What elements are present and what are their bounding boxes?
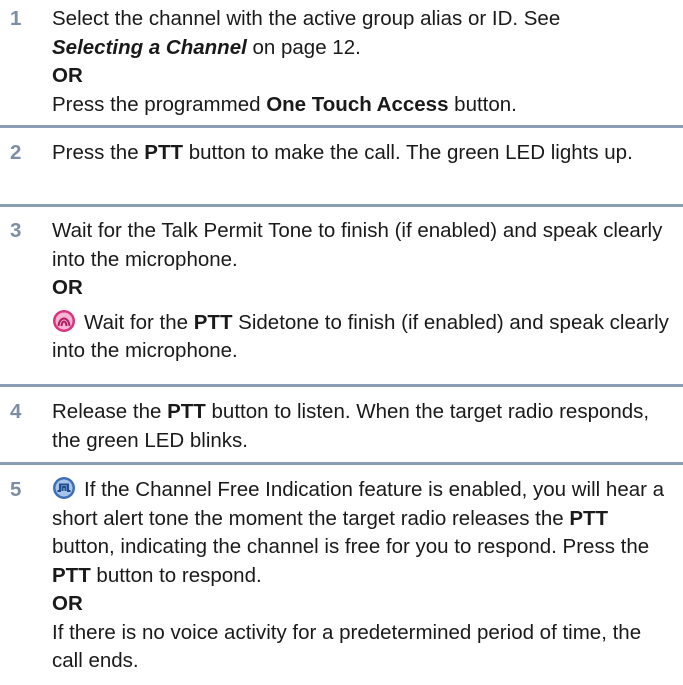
step-body: Select the channel with the active group… [52,5,675,119]
step-number: 2 [10,141,22,164]
step-number: 4 [10,400,22,423]
step-body: If the Channel Free Indication feature i… [52,476,675,676]
step-text: Select the channel with the active group… [52,7,561,59]
step-body: Release the PTT button to listen. When t… [52,398,675,455]
step-text: Wait for the Talk Permit Tone to finish … [52,219,663,271]
or-label: OR [52,276,83,299]
step-number: 3 [10,219,22,242]
step-text: Release the PTT button to listen. When t… [52,400,650,452]
step-alt-text: Wait for the PTT Sidetone to finish (if … [52,309,669,362]
cross-reference-link: Selecting a Channel [52,35,247,59]
step-alt-text: If there is no voice activity for a pred… [52,620,642,673]
divider [0,204,683,207]
divider [0,125,683,128]
divider [0,462,683,465]
or-label: OR [52,64,83,87]
divider [0,384,683,387]
step-text: Press the PTT button to make the call. T… [52,141,633,164]
digital-mode-icon [52,476,76,500]
step-number: 5 [10,478,22,501]
step-body: Press the PTT button to make the call. T… [52,139,675,168]
step-number: 1 [10,7,22,30]
analog-mode-icon [52,309,76,333]
step-body: Wait for the Talk Permit Tone to finish … [52,217,675,366]
step-text: If the Channel Free Indication feature i… [52,476,665,587]
step-alt-text: Press the programmed One Touch Access bu… [52,92,517,116]
or-label: OR [52,592,83,615]
